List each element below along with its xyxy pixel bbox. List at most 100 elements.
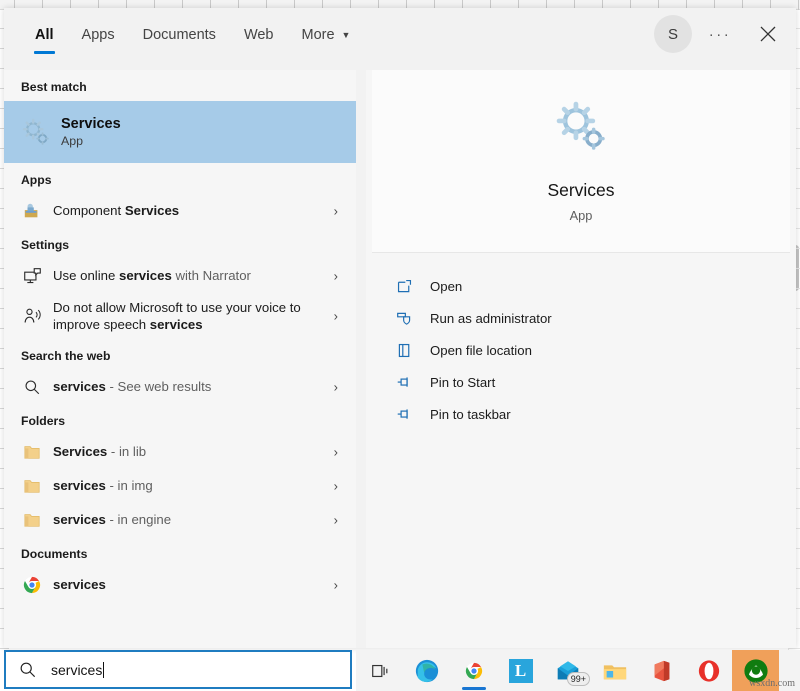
shield-icon-wrap	[394, 308, 414, 328]
folder-label: services - in engine	[53, 512, 171, 529]
tab-label: All	[35, 27, 54, 43]
preview-app-name: Services	[547, 180, 614, 201]
search-icon	[24, 379, 41, 396]
folder-item[interactable]: Services - in lib›	[4, 435, 356, 469]
text-cursor	[103, 662, 104, 678]
tab-bar: All Apps Documents Web More▼ S ···	[4, 8, 796, 70]
action-label: Pin to Start	[430, 375, 495, 390]
taskbar-file-explorer[interactable]	[591, 650, 638, 691]
document-item[interactable]: services›	[4, 568, 356, 602]
task-view-icon	[370, 661, 390, 681]
taskbar-mail[interactable]: 99+	[544, 650, 591, 691]
speech-icon	[23, 307, 42, 326]
search-input-value: services	[51, 662, 102, 678]
chevron-right-icon: ›	[334, 513, 338, 528]
setting-item[interactable]: Use online services with Narrator›	[4, 259, 356, 293]
cell-divider	[789, 648, 800, 649]
component-services-icon	[23, 202, 41, 220]
action-pin-to-taskbar[interactable]: Pin to taskbar	[372, 398, 790, 430]
apps-group: Component Services›	[4, 194, 356, 228]
section-documents: Documents	[4, 537, 356, 568]
chevron-right-icon: ›	[334, 479, 338, 494]
web-result-item[interactable]: services - See web results›	[4, 370, 356, 404]
chevron-down-icon: ▼	[342, 30, 351, 40]
app-item[interactable]: Component Services›	[4, 194, 356, 228]
folder-open-icon-wrap	[394, 340, 414, 360]
chrome-icon-wrap	[21, 574, 43, 596]
close-button[interactable]	[748, 14, 788, 54]
office-icon	[650, 659, 674, 683]
chevron-right-icon: ›	[334, 578, 338, 593]
folder-icon	[23, 443, 41, 461]
ellipsis-icon: ···	[709, 26, 732, 43]
folder-item[interactable]: services - in img ›	[4, 469, 356, 503]
chevron-right-icon: ›	[334, 309, 338, 324]
chrome-icon	[23, 576, 41, 594]
header-actions: S ···	[654, 14, 788, 54]
close-icon	[759, 25, 777, 43]
web-group: services - See web results›	[4, 370, 356, 404]
active-tab-underline	[34, 51, 55, 54]
folder-open-icon	[396, 342, 413, 359]
shield-icon	[396, 310, 413, 327]
speech-icon-wrap	[21, 305, 43, 327]
pin-icon-wrap	[394, 372, 414, 392]
more-options-button[interactable]: ···	[700, 14, 740, 54]
best-match-subtitle: App	[61, 134, 121, 148]
action-pin-to-start[interactable]: Pin to Start	[372, 366, 790, 398]
tab-label: Web	[244, 27, 274, 43]
tab-list: All Apps Documents Web More▼	[4, 8, 364, 62]
taskbar-task-view[interactable]	[356, 650, 403, 691]
search-icon-wrap	[21, 376, 43, 398]
taskbar-edge[interactable]	[403, 650, 450, 691]
folder-label: services - in img	[53, 478, 153, 495]
action-open-file-location[interactable]: Open file location	[372, 334, 790, 366]
tab-more[interactable]: More▼	[288, 8, 365, 62]
documents-group: services›	[4, 568, 356, 602]
open-icon	[396, 278, 413, 295]
tab-web[interactable]: Web	[230, 8, 288, 62]
folder-icon	[23, 511, 41, 529]
watermark: wsxdn.com	[749, 678, 795, 689]
folder-item[interactable]: services - in engine ›	[4, 503, 356, 537]
edge-icon	[414, 658, 440, 684]
action-label: Run as administrator	[430, 311, 552, 326]
preview-card: Services App	[372, 70, 790, 253]
folder-label: Services - in lib	[53, 444, 146, 461]
search-flyout: All Apps Documents Web More▼ S ··· Best matc…	[4, 8, 796, 648]
opera-icon	[697, 659, 721, 683]
setting-label: Do not allow Microsoft to use your voice…	[53, 299, 322, 334]
taskbar-office[interactable]	[638, 650, 685, 691]
tab-documents[interactable]: Documents	[129, 8, 230, 62]
action-label: Open file location	[430, 343, 532, 358]
search-input[interactable]: services	[4, 650, 352, 689]
tab-all[interactable]: All	[21, 8, 68, 62]
action-open[interactable]: Open	[372, 270, 790, 302]
services-gear-icon	[21, 117, 51, 147]
action-run-as-administrator[interactable]: Run as administrator	[372, 302, 790, 334]
component-services-icon-wrap	[21, 200, 43, 222]
taskbar-opera[interactable]	[685, 650, 732, 691]
taskbar-items: L 99+	[356, 650, 779, 691]
results-list: Best match	[4, 70, 356, 648]
taskbar: L 99+ wsxdn.com	[356, 650, 800, 691]
preview-actions: Open Run as administrator Open file locati…	[372, 270, 790, 430]
avatar[interactable]: S	[654, 15, 692, 53]
setting-label: Use online services with Narrator	[53, 268, 251, 285]
taskbar-l-app[interactable]: L	[497, 650, 544, 691]
tab-apps[interactable]: Apps	[68, 8, 129, 62]
settings-group: Use online services with Narrator›Do not…	[4, 259, 356, 339]
folder-icon-wrap	[21, 475, 43, 497]
chevron-right-icon: ›	[334, 380, 338, 395]
best-match-item[interactable]: Services App	[4, 101, 356, 163]
preview-app-type: App	[570, 208, 593, 223]
l-tile-letter: L	[509, 659, 533, 683]
taskbar-chrome[interactable]	[450, 650, 497, 691]
preview-pane: Services App OpenRun as administratorOpe…	[366, 70, 796, 648]
notification-badge: 99+	[567, 672, 590, 686]
pin-icon	[396, 406, 413, 423]
search-input-value-wrap: services	[51, 662, 104, 678]
tab-label: Documents	[143, 27, 216, 43]
setting-item[interactable]: Do not allow Microsoft to use your voice…	[4, 293, 356, 339]
preview-app-icon	[554, 99, 608, 158]
